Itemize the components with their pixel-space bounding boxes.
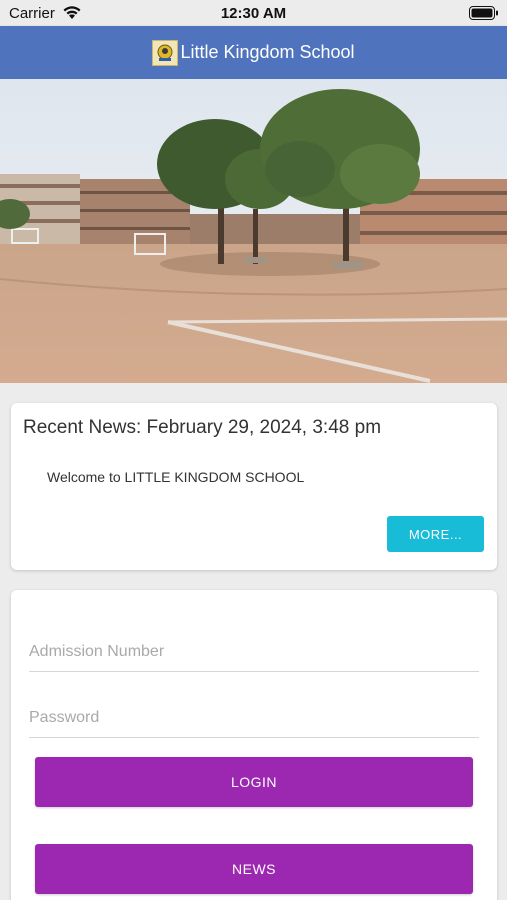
app-title: Little Kingdom School bbox=[180, 42, 355, 62]
news-button[interactable]: NEWS bbox=[35, 844, 473, 894]
login-form-card: LOGIN NEWS bbox=[11, 590, 497, 900]
school-logo-icon bbox=[152, 39, 179, 66]
status-bar: Carrier 12:30 AM bbox=[0, 0, 507, 26]
school-campus-photo bbox=[0, 79, 507, 383]
admission-number-input[interactable] bbox=[29, 632, 479, 672]
news-title: Recent News: February 29, 2024, 3:48 pm bbox=[23, 417, 382, 438]
login-button[interactable]: LOGIN bbox=[35, 757, 473, 807]
app-header: Little Kingdom School bbox=[0, 26, 507, 79]
more-button[interactable]: MORE... bbox=[387, 516, 484, 552]
news-body: Welcome to LITTLE KINGDOM SCHOOL bbox=[47, 469, 305, 485]
status-time: 12:30 AM bbox=[220, 5, 287, 22]
password-input[interactable] bbox=[29, 698, 479, 738]
battery-icon bbox=[469, 6, 498, 20]
recent-news-card: Recent News: February 29, 2024, 3:48 pm … bbox=[11, 403, 497, 570]
